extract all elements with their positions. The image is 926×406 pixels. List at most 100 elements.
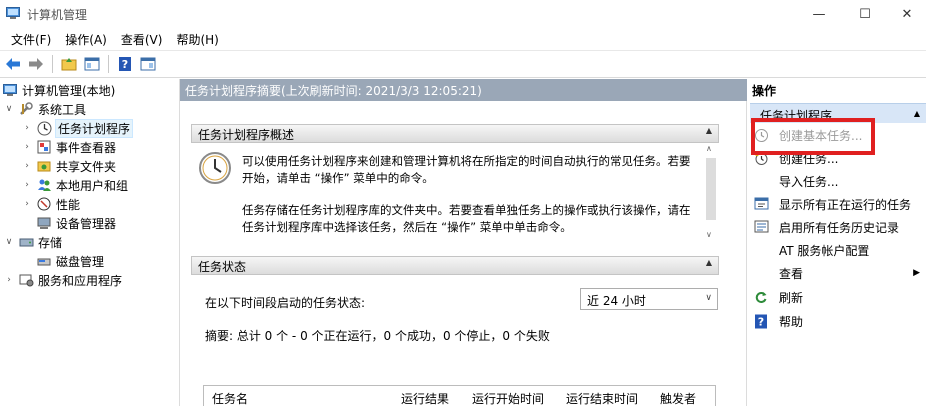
- tree-label: 性能: [56, 197, 81, 212]
- menu-file[interactable]: 文件(F): [4, 28, 58, 50]
- chevron-down-icon[interactable]: ∨: [4, 104, 14, 114]
- tree-label: 任务计划程序: [54, 118, 134, 138]
- console-tree: 计算机管理(本地) ∨ 系统工具 › 任务计划程序 › 事件查看器 › 共享文件…: [0, 79, 180, 406]
- action-pane-icon: [140, 57, 156, 71]
- tree-item-storage[interactable]: ∨ 存储: [4, 233, 62, 251]
- folder-up-icon: [61, 58, 77, 71]
- svg-text:?: ?: [758, 315, 764, 328]
- period-selected-value: 近 24 小时: [587, 294, 646, 308]
- blank-icon: [752, 173, 770, 189]
- tools-icon: [18, 101, 34, 117]
- column-header[interactable]: 触发者: [660, 390, 696, 406]
- overview-scrollbar[interactable]: ∧ ∨: [704, 142, 718, 242]
- blank-icon: [752, 265, 770, 281]
- help-icon: ?: [752, 313, 770, 329]
- action-view[interactable]: 查看 ▶: [752, 263, 924, 283]
- tree-item-services-apps[interactable]: › 服务和应用程序: [4, 271, 122, 289]
- task-status-table: 任务名 运行结果 运行开始时间 运行结束时间 触发者: [203, 385, 716, 406]
- chevron-right-icon[interactable]: ›: [22, 123, 32, 133]
- forward-button[interactable]: [25, 53, 47, 75]
- collapse-icon[interactable]: ▲: [706, 126, 712, 135]
- tree-label: 磁盘管理: [56, 254, 105, 269]
- tree-item-root[interactable]: 计算机管理(本地): [2, 81, 115, 99]
- scroll-up-icon[interactable]: ∧: [706, 144, 712, 153]
- computer-management-icon: [2, 82, 18, 98]
- tree-item-disk-management[interactable]: 磁盘管理: [36, 252, 104, 270]
- tree-item-device-manager[interactable]: 设备管理器: [36, 214, 116, 232]
- svg-text:?: ?: [122, 58, 128, 71]
- close-button[interactable]: ✕: [888, 0, 926, 28]
- action-label: 查看: [779, 266, 804, 281]
- action-import-task[interactable]: 导入任务...: [752, 171, 924, 191]
- clock-icon: [36, 120, 52, 136]
- action-enable-history[interactable]: 启用所有任务历史记录: [752, 217, 924, 237]
- summary-header: 任务计划程序摘要(上次刷新时间: 2021/3/3 12:05:21): [180, 79, 747, 101]
- up-level-button[interactable]: [58, 53, 80, 75]
- disk-icon: [36, 253, 52, 269]
- section-title: 任务计划程序概述: [198, 128, 295, 142]
- chevron-right-icon[interactable]: ›: [22, 199, 32, 209]
- storage-icon: [18, 234, 34, 250]
- back-button[interactable]: [2, 53, 24, 75]
- scrollbar-thumb[interactable]: [706, 158, 716, 220]
- tree-label: 系统工具: [38, 102, 87, 117]
- highlight-annotation: [751, 118, 875, 155]
- menu-help[interactable]: 帮助(H): [169, 28, 225, 50]
- chevron-down-icon: ∨: [705, 293, 712, 303]
- tree-item-shared-folders[interactable]: › 共享文件夹: [22, 157, 116, 175]
- console-tree-icon: [84, 57, 100, 71]
- tree-item-local-users[interactable]: › 本地用户和组: [22, 176, 128, 194]
- chevron-right-icon[interactable]: ›: [22, 161, 32, 171]
- task-summary: 摘要: 总计 0 个 - 0 个正在运行，0 个成功，0 个停止，0 个失败: [205, 329, 550, 343]
- action-help[interactable]: ? 帮助: [752, 311, 924, 331]
- actions-title: 操作: [752, 84, 777, 98]
- tree-item-event-viewer[interactable]: › 事件查看器: [22, 138, 116, 156]
- column-header[interactable]: 运行开始时间: [472, 390, 544, 406]
- chevron-right-icon[interactable]: ›: [4, 275, 14, 285]
- device-manager-icon: [36, 215, 52, 231]
- scroll-down-icon[interactable]: ∨: [706, 230, 712, 239]
- action-label: 导入任务...: [779, 174, 839, 189]
- overview-paragraph-1: 可以使用任务计划程序来创建和管理计算机将在所指定的时间自动执行的常见任务。若要 …: [242, 153, 692, 187]
- overview-text-line: 开始，请单击 “操作” 菜单中的命令。: [242, 171, 434, 185]
- column-header[interactable]: 任务名: [212, 390, 248, 406]
- running-tasks-icon: [752, 196, 770, 212]
- blank-icon: [752, 242, 770, 258]
- menu-action[interactable]: 操作(A): [58, 28, 114, 50]
- action-show-running[interactable]: 显示所有正在运行的任务: [752, 194, 924, 214]
- back-arrow-icon: [6, 58, 20, 70]
- scheduler-clock-icon: [198, 151, 232, 188]
- toolbar-separator: [52, 55, 53, 73]
- tree-label: 存储: [38, 235, 63, 250]
- title-bar: 计算机管理 — ☐ ✕: [0, 0, 926, 28]
- chevron-right-icon[interactable]: ›: [22, 142, 32, 152]
- tree-label: 计算机管理(本地): [22, 83, 116, 98]
- action-label: 显示所有正在运行的任务: [779, 197, 912, 212]
- event-viewer-icon: [36, 139, 52, 155]
- shared-folder-icon: [36, 158, 52, 174]
- status-section-header[interactable]: 任务状态 ▲: [191, 256, 719, 275]
- center-pane: 任务计划程序摘要(上次刷新时间: 2021/3/3 12:05:21) 任务计划…: [180, 79, 747, 406]
- tree-item-system-tools[interactable]: ∨ 系统工具: [4, 100, 86, 118]
- maximize-button[interactable]: ☐: [842, 0, 888, 28]
- action-refresh[interactable]: 刷新: [752, 287, 924, 307]
- chevron-down-icon[interactable]: ∨: [4, 237, 14, 247]
- action-at-service-config[interactable]: AT 服务帐户配置: [752, 240, 924, 260]
- menu-bar: 文件(F) 操作(A) 查看(V) 帮助(H): [0, 28, 926, 50]
- column-header[interactable]: 运行结果: [401, 390, 449, 406]
- period-dropdown[interactable]: 近 24 小时 ∨: [580, 288, 718, 310]
- help-button[interactable]: ?: [114, 53, 136, 75]
- show-action-pane-button[interactable]: [137, 53, 159, 75]
- show-hide-tree-button[interactable]: [81, 53, 103, 75]
- tree-item-performance[interactable]: › 性能: [22, 195, 80, 213]
- overview-section-header[interactable]: 任务计划程序概述 ▲: [191, 124, 719, 143]
- minimize-button[interactable]: —: [796, 0, 842, 28]
- users-icon: [36, 177, 52, 193]
- column-header[interactable]: 运行结束时间: [566, 390, 638, 406]
- collapse-icon[interactable]: ▲: [706, 258, 712, 267]
- chevron-right-icon[interactable]: ›: [22, 180, 32, 190]
- tree-item-task-scheduler[interactable]: › 任务计划程序: [22, 118, 134, 138]
- section-title: 任务状态: [198, 260, 247, 274]
- menu-view[interactable]: 查看(V): [114, 28, 170, 50]
- collapse-icon[interactable]: ▲: [914, 109, 920, 118]
